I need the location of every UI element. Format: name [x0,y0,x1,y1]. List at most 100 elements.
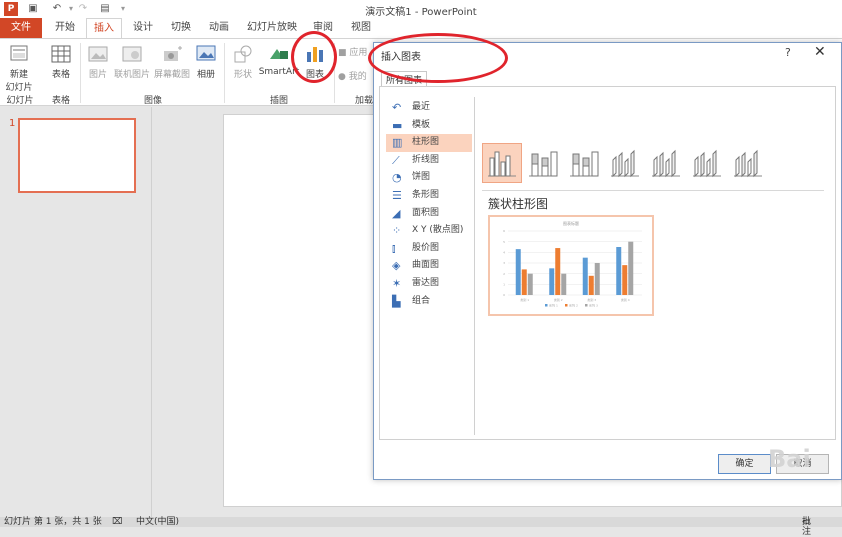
shapes-label: 形状 [233,70,252,80]
chart-type-label: 曲面图 [412,260,440,271]
chart-type-bar-chart[interactable]: ☰ 条形图 [386,187,472,205]
chart-type-scatter-chart[interactable]: ⁘ X Y (散点图) [386,222,472,240]
chart-type-label: 股价图 [412,242,440,253]
tab-file[interactable]: 文件 [0,18,42,38]
chart-subtype-2[interactable] [523,143,563,183]
category-label: 类别 2 [554,297,563,302]
picture-button[interactable]: 图片 [84,43,112,80]
online-picture-button[interactable]: 联机图片 [112,43,152,80]
screenshot-button[interactable]: 屏幕截图 [152,43,192,80]
table-icon [51,45,71,63]
bar [616,247,622,295]
comments-label: 批注 [802,517,812,537]
chart-type-label: 折线图 [412,154,440,165]
chart-subtype-3[interactable] [564,143,604,183]
recent-icon: ↶ [392,101,402,114]
slide-info: 幻灯片 第 1 张，共 1 张 [4,517,102,527]
y-tick-label: 0 [503,293,505,297]
help-button[interactable]: ? [785,46,791,59]
screenshot-icon [164,46,182,61]
chart-type-pie-chart[interactable]: ◔ 饼图 [386,169,472,187]
chart-type-area-chart[interactable]: ◢ 面积图 [386,205,472,223]
album-button[interactable]: 相册 [192,43,220,80]
chart-subtype-1[interactable] [482,143,522,183]
my-apps-label: 我的 [348,72,367,82]
chart-type-radar-chart[interactable]: ✶ 雷达图 [386,275,472,293]
chart-type-surface-chart[interactable]: ◈ 曲面图 [386,257,472,275]
chart-subtype-5[interactable] [646,143,686,183]
bar-chart-icon: ☰ [392,188,402,202]
preview-chart-title: 图表标题 [563,220,579,226]
ribbon-separator [224,43,225,103]
language-indicator: 中文(中国) [136,517,180,527]
column-subtype-icon [693,149,721,178]
new-slide-button[interactable]: 新建 幻灯片 [2,43,36,93]
column-subtype-icon [611,149,639,178]
tab-home[interactable]: 开始 [48,18,82,38]
category-label: 类别 4 [621,297,630,302]
close-button[interactable]: ✕ [814,44,826,60]
chart-type-label: 雷达图 [412,277,440,288]
album-label: 相册 [196,70,215,80]
window-title: 演示文稿1 - PowerPoint [365,7,477,18]
new-slide-label: 新建 [9,70,28,80]
online-picture-label: 联机图片 [113,70,150,80]
y-tick-label: 1 [503,283,505,287]
bar [515,249,521,295]
scatter-chart-icon: ⁘ [392,224,402,238]
insert-chart-dialog: 插入图表 ? ✕ 所有图表 ↶ 最近 ▬ 模板 ▥ 柱形图 ⟋ 折线图 ◔ 饼图 ☰ 条形图 ◢ 面积图 ⁘… [373,42,842,480]
radar-chart-icon: ✶ [392,276,402,290]
chart-type-label: X Y (散点图) [412,225,464,236]
column-chart-icon: ▥ [392,136,403,150]
spellcheck-icon[interactable]: ⌧ [112,517,122,527]
y-tick-label: 4 [503,251,505,255]
chart-type-stock-chart[interactable]: ⫾ 股价图 [386,240,472,258]
chart-subtype-6[interactable] [687,143,727,183]
tab-design[interactable]: 设计 [126,18,160,38]
my-apps-icon: ● [338,72,346,82]
chart-type-label: 面积图 [412,207,440,218]
bar [582,257,588,295]
tab-transitions[interactable]: 切换 [164,18,198,38]
picture-label: 图片 [88,70,107,80]
preview-chart-svg: 图表标题 0 1 2 3 4 5 6 类别 1 类别 2 类别 3 类别 4 系列 1 系列 2 系列 3 [503,220,642,308]
subtype-name: 簇状柱形图 [488,197,549,211]
chart-type-folder[interactable]: ▬ 模板 [386,117,472,135]
chart-subtype-4[interactable] [605,143,645,183]
subtype-divider [482,190,824,191]
column-subtype-icon [488,151,516,177]
tab-animations[interactable]: 动画 [202,18,236,38]
store-icon: ■ [338,48,347,58]
chart-type-recent[interactable]: ↶ 最近 [386,99,472,117]
bar [561,273,567,295]
chart-type-label: 模板 [412,119,431,130]
divider [474,97,475,435]
album-icon [196,45,216,61]
chart-type-line-chart[interactable]: ⟋ 折线图 [386,152,472,170]
ok-button[interactable]: 确定 [718,454,771,474]
tab-insert[interactable]: 插入 [86,18,122,39]
shapes-button[interactable]: 形状 [228,43,258,80]
slide-thumbnail[interactable] [18,118,136,193]
chart-type-label: 组合 [412,295,431,306]
chart-subtype-7[interactable] [728,143,768,183]
picture-icon [88,46,108,62]
my-apps-button[interactable]: ● 我的 [338,69,374,82]
chart-type-combo-chart[interactable]: ▙ 组合 [386,293,472,311]
column-subtype-icon [529,151,558,177]
column-subtype-icon [652,149,680,178]
chart-type-column-chart[interactable]: ▥ 柱形图 [386,134,472,152]
stock-chart-icon: ⫾ [392,241,396,255]
bar [628,241,634,295]
watermark-logo: Bai [768,445,811,473]
dialog-body: ↶ 最近 ▬ 模板 ▥ 柱形图 ⟋ 折线图 ◔ 饼图 ☰ 条形图 ◢ 面积图 ⁘ X Y (散点图) ⫾ 股价图 ◈… [379,86,836,440]
y-tick-label: 3 [503,261,505,265]
table-button[interactable]: 表格 [46,43,76,80]
chart-type-label: 饼图 [412,172,431,183]
annotation-circle-dialog-title [368,33,508,83]
tab-slideshow[interactable]: 幻灯片放映 [240,18,304,38]
tab-view[interactable]: 视图 [346,18,376,38]
chart-preview[interactable]: 图表标题 0 1 2 3 4 5 6 类别 1 类别 2 类别 3 类别 4 系列 1 系列 2 系列 3 [488,215,654,316]
slide-number: 1 [9,118,16,129]
chart-type-label: 条形图 [412,189,440,200]
